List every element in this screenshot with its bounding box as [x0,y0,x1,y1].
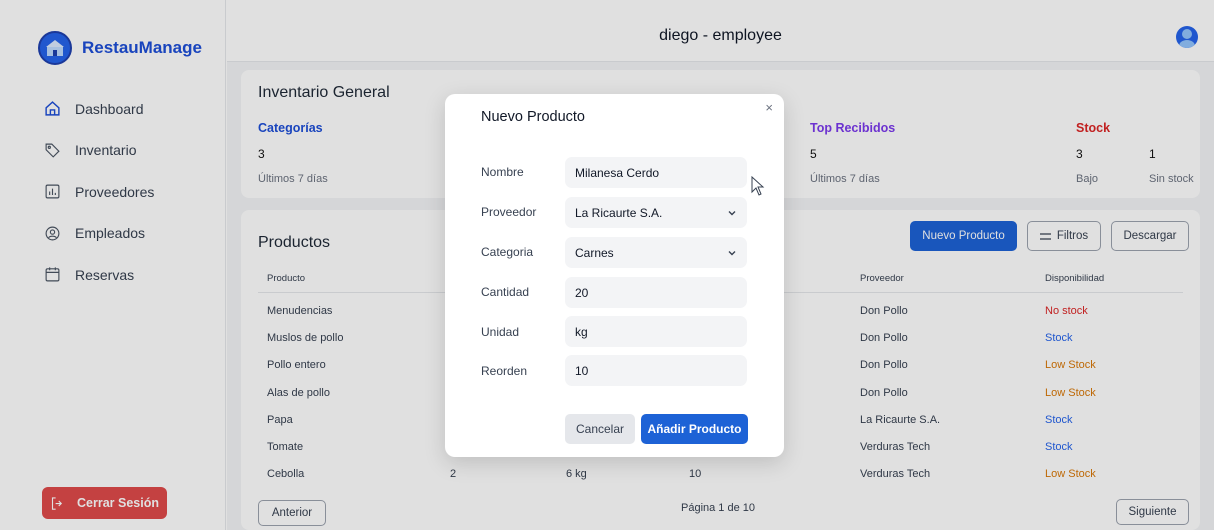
nombre-field[interactable]: Milanesa Cerdo [565,157,747,188]
categoria-select[interactable]: Carnes [565,237,747,268]
new-product-modal: Nuevo Producto × Nombre Milanesa Cerdo P… [445,94,784,457]
reorden-field[interactable]: 10 [565,355,747,386]
unidad-field[interactable]: kg [565,316,747,347]
cantidad-label: Cantidad [481,285,530,299]
nombre-label: Nombre [481,165,524,179]
unidad-label: Unidad [481,325,520,339]
add-product-button[interactable]: Añadir Producto [641,414,748,444]
proveedor-value: La Ricaurte S.A. [575,205,663,220]
proveedor-label: Proveedor [481,205,537,219]
reorden-label: Reorden [481,364,528,378]
modal-title: Nuevo Producto [481,109,585,125]
cancel-button[interactable]: Cancelar [565,414,635,444]
categoria-value: Carnes [575,245,614,260]
reorden-value: 10 [575,363,589,378]
cantidad-value: 20 [575,285,589,300]
chevron-down-icon [728,250,736,255]
close-icon[interactable]: × [765,100,773,115]
categoria-label: Categoria [481,245,534,259]
nombre-value: Milanesa Cerdo [575,165,660,180]
unidad-value: kg [575,324,588,339]
mouse-cursor-icon [751,176,765,196]
chevron-down-icon [728,210,736,215]
cantidad-field[interactable]: 20 [565,277,747,308]
proveedor-select[interactable]: La Ricaurte S.A. [565,197,747,228]
